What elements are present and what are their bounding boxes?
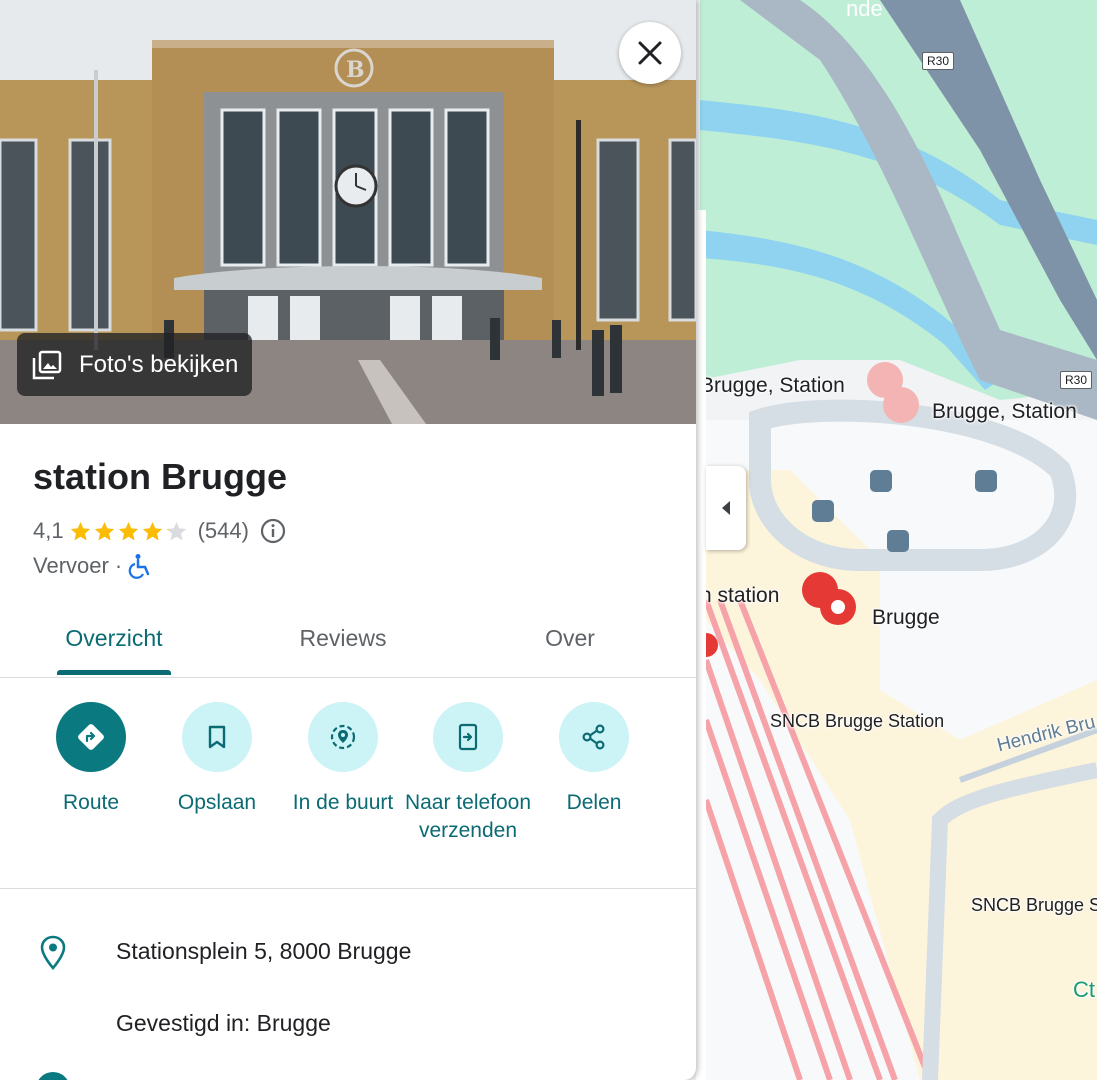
send-to-phone-button-circle[interactable]	[433, 702, 503, 772]
wheelchair-accessible-icon[interactable]	[128, 553, 152, 579]
share-button[interactable]: Delen	[531, 702, 657, 817]
address-text[interactable]: Stationsplein 5, 8000 Brugge	[116, 938, 411, 965]
svg-text:B: B	[346, 57, 365, 83]
map-label-ct[interactable]: Ct	[1073, 977, 1095, 1003]
located-in-text[interactable]: Gevestigd in: Brugge	[116, 1010, 331, 1037]
share-icon	[582, 724, 605, 750]
rating-stars[interactable]	[70, 521, 190, 542]
view-photos-label: Foto's bekijken	[79, 350, 239, 378]
rating-value: 4,1	[33, 518, 64, 543]
map-label-station-right[interactable]: Brugge, Station	[932, 400, 1077, 424]
tab-about[interactable]: Over	[500, 600, 640, 677]
route-button[interactable]: Route	[28, 702, 154, 817]
collapse-panel-button[interactable]	[706, 466, 746, 550]
active-tab-indicator	[57, 670, 171, 675]
road-shield-r30-2: R30	[1060, 371, 1093, 389]
send-to-phone-button[interactable]: Naar telefoon verzenden	[405, 702, 531, 845]
share-button-circle[interactable]	[559, 702, 629, 772]
star-icon	[94, 521, 114, 540]
location-pin-icon	[40, 935, 66, 970]
save-button-circle[interactable]	[182, 702, 252, 772]
tab-overview[interactable]: Overzicht	[40, 600, 188, 677]
nearby-label: In de buurt	[292, 791, 394, 814]
place-panel: B Foto's bekijken station Brugge 4,1 (54…	[0, 0, 696, 1080]
save-label: Opslaan	[177, 791, 257, 814]
send-to-phone-label: Naar telefoon verzenden	[404, 791, 532, 842]
nearby-button[interactable]: In de buurt	[280, 702, 406, 817]
close-icon	[638, 41, 662, 65]
road-shield-r30: R30	[922, 52, 955, 70]
map-label-sncb-right[interactable]: SNCB Brugge S	[971, 895, 1097, 916]
share-label: Delen	[566, 791, 622, 814]
directions-icon	[78, 724, 104, 750]
separator-dot: ·	[114, 553, 123, 578]
caret-left-icon	[722, 501, 730, 515]
nearby-button-circle[interactable]	[308, 702, 378, 772]
rating-row: 4,1 (544)	[33, 517, 287, 545]
close-button[interactable]	[619, 22, 681, 84]
hero-photo[interactable]: B Foto's bekijken	[0, 0, 696, 424]
send-to-phone-icon	[458, 723, 478, 751]
section-divider	[0, 888, 696, 889]
map-label-n-station[interactable]: n station	[700, 584, 779, 608]
star-icon	[70, 521, 90, 540]
star-icon	[142, 521, 162, 540]
tab-bar: Overzicht Reviews Over	[0, 600, 696, 678]
view-photos-button[interactable]: Foto's bekijken	[17, 333, 253, 396]
route-button-circle[interactable]	[56, 702, 126, 772]
next-info-icon	[36, 1072, 70, 1080]
photo-library-icon	[32, 350, 62, 379]
place-title: station Brugge	[33, 456, 288, 497]
action-buttons: Route Opslaan In de buurt Naar telefoon …	[0, 702, 696, 888]
star-icon	[166, 521, 186, 540]
star-icon	[118, 521, 138, 540]
info-icon[interactable]	[259, 517, 287, 545]
panel-edge	[696, 210, 706, 1080]
category-label[interactable]: Vervoer	[33, 553, 109, 579]
save-button[interactable]: Opslaan	[154, 702, 280, 817]
review-count[interactable]: (544)	[198, 518, 249, 544]
bookmark-icon	[208, 725, 226, 749]
map-label-road-top: nde	[846, 0, 883, 21]
address-row[interactable]: Stationsplein 5, 8000 Brugge	[0, 930, 696, 980]
nearby-icon	[330, 724, 356, 750]
tab-reviews[interactable]: Reviews	[268, 600, 418, 677]
map-label-brugge[interactable]: Brugge	[872, 606, 940, 630]
category-row: Vervoer ·	[33, 553, 152, 579]
route-label: Route	[62, 791, 120, 814]
map-label-station-left[interactable]: Brugge, Station	[700, 374, 845, 398]
map-label-sncb[interactable]: SNCB Brugge Station	[770, 711, 944, 732]
